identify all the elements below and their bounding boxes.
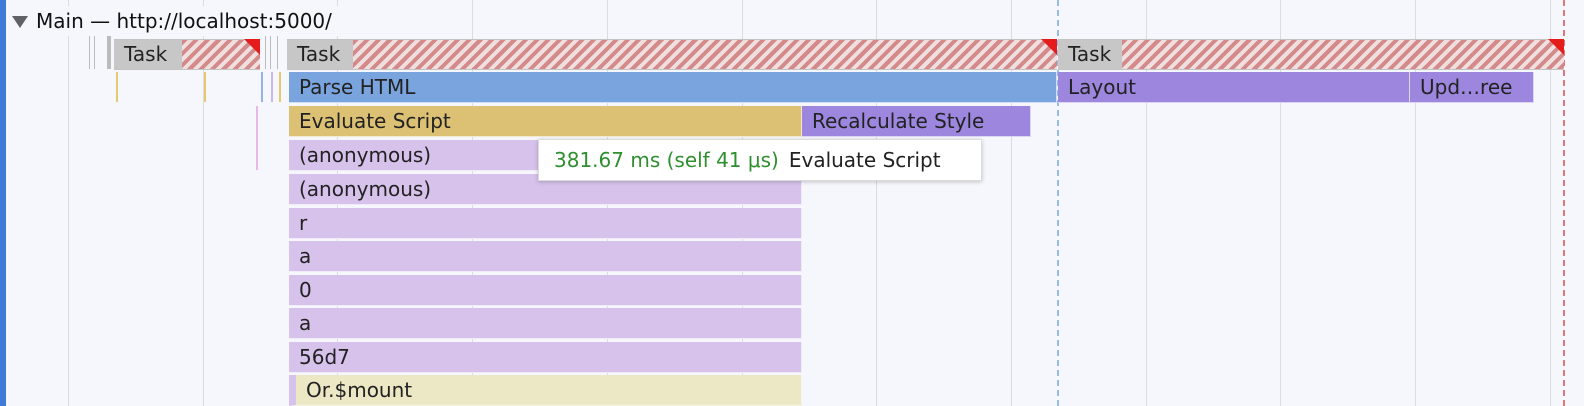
long-task-hatch xyxy=(1122,40,1564,69)
evaluate-script-event[interactable]: Evaluate Script xyxy=(289,106,802,137)
small-event[interactable] xyxy=(271,72,273,102)
long-task-indicator xyxy=(244,39,260,55)
event-label: (anonymous) xyxy=(299,143,432,167)
task-bar[interactable]: Task xyxy=(114,39,260,70)
small-event[interactable] xyxy=(279,72,281,102)
task-bar[interactable]: Task xyxy=(1058,39,1564,70)
selected-track-indicator xyxy=(0,0,6,406)
event-label: Parse HTML xyxy=(299,75,416,99)
event-label: 56d7 xyxy=(299,345,350,369)
small-event[interactable] xyxy=(256,106,258,170)
stack-frame[interactable]: Or.$mount xyxy=(289,375,802,406)
short-task-marker[interactable] xyxy=(277,36,278,69)
event-label: 0 xyxy=(299,278,312,302)
event-label: a xyxy=(299,244,312,268)
task-label: Task xyxy=(124,42,168,66)
stack-frame[interactable]: 56d7 xyxy=(289,342,802,373)
event-tooltip: 381.67 ms (self 41 μs) Evaluate Script xyxy=(538,139,982,181)
recalculate-style-event[interactable]: Recalculate Style xyxy=(802,106,1031,137)
small-event[interactable] xyxy=(116,72,118,102)
event-label: Upd…ree xyxy=(1420,75,1513,99)
stack-frame[interactable]: r xyxy=(289,208,802,239)
chevron-down-icon[interactable] xyxy=(12,16,28,28)
small-event[interactable] xyxy=(204,72,206,102)
stack-frame[interactable]: a xyxy=(289,308,802,339)
tooltip-event-name: Evaluate Script xyxy=(788,148,941,172)
event-label: r xyxy=(299,211,308,235)
short-task-marker[interactable] xyxy=(270,36,271,69)
small-event[interactable] xyxy=(261,72,263,102)
short-task-marker[interactable] xyxy=(265,36,266,69)
short-task-marker[interactable] xyxy=(107,36,111,69)
layout-event[interactable]: Layout xyxy=(1058,72,1410,103)
event-label: Recalculate Style xyxy=(812,109,985,133)
parse-html-event[interactable]: Parse HTML xyxy=(289,72,1057,103)
event-label: Or.$mount xyxy=(306,378,413,402)
main-thread-track-header[interactable]: Main — http://localhost:5000/ xyxy=(12,6,340,36)
update-layer-tree-event[interactable]: Upd…ree xyxy=(1410,72,1534,103)
long-task-indicator xyxy=(1548,39,1564,55)
track-title: Main — http://localhost:5000/ xyxy=(36,9,332,33)
performance-flame-chart: Main — http://localhost:5000/ Task Task … xyxy=(0,0,1584,406)
long-task-indicator xyxy=(1041,39,1057,55)
stack-frame[interactable]: a xyxy=(289,241,802,272)
event-label: a xyxy=(299,311,312,335)
long-task-hatch xyxy=(353,40,1057,69)
short-task-marker[interactable] xyxy=(94,36,95,69)
short-task-marker[interactable] xyxy=(89,36,90,69)
event-label: Layout xyxy=(1068,75,1136,99)
task-label: Task xyxy=(1068,42,1112,66)
tooltip-duration: 381.67 ms (self 41 μs) xyxy=(554,148,779,172)
event-label: Evaluate Script xyxy=(299,109,451,133)
grid-line xyxy=(68,0,69,406)
event-label: (anonymous) xyxy=(299,177,432,201)
task-label: Task xyxy=(297,42,341,66)
stack-frame[interactable]: 0 xyxy=(289,275,802,306)
task-bar[interactable]: Task xyxy=(287,39,1057,70)
